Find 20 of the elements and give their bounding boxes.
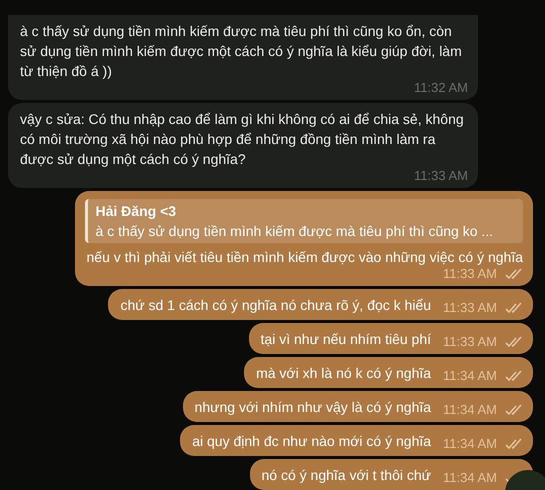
message-time: 11:32 AM — [414, 81, 468, 95]
message-text: à c thấy sử dụng tiền mình kiếm được mà tiêu phí thì cũng ko ổn, còn sử dụng tiền mình kiếm được một cách có ý nghĩa là kiểu giúp đời, làm từ thiện đồ á )) — [20, 22, 463, 81]
message-text: nhưng với nhím như vậy là có ý nghĩa — [194, 398, 432, 417]
reply-text: à c thấy sử dụng tiền mình kiếm được mà tiêu phí thì cũng ko ... — [96, 222, 494, 241]
message-time: 11:34 AM — [443, 369, 497, 383]
message-text: ai quy định đc như nào mới có ý nghĩa — [192, 432, 432, 451]
message-time: 11:34 AM — [443, 403, 497, 417]
message-time: 11:33 AM — [443, 267, 497, 281]
message-text: vậy c sửa: Có thu nhập cao để làm gì khi không có ai để chia sẻ, không có môi trường xã hội nào phù hợp để những đồng tiền mình làm ra được sử dụng một cách có ý nghĩa? — [20, 110, 465, 169]
message-text: tại vì như nếu nhím tiêu phí — [260, 330, 432, 349]
message-text: nếu v thì phải viết tiêu tiền mình kiếm được vào những việc có ý nghĩa — [86, 248, 523, 267]
message-text: nó có ý nghĩa với t thôi chứ — [262, 466, 432, 485]
reply-author: Hải Đăng <3 — [96, 202, 178, 221]
message-time: 11:34 AM — [443, 437, 497, 451]
message-text: mà với xh là nó k có ý nghĩa — [256, 364, 432, 383]
message-text: chứ sd 1 cách có ý nghĩa nó chưa rõ ý, đọc k hiểu — [120, 296, 432, 315]
message-time: 11:34 AM — [443, 471, 497, 485]
message-time: 11:33 AM — [443, 301, 497, 315]
message-time: 11:33 AM — [414, 169, 468, 183]
message-time: 11:33 AM — [443, 335, 497, 349]
